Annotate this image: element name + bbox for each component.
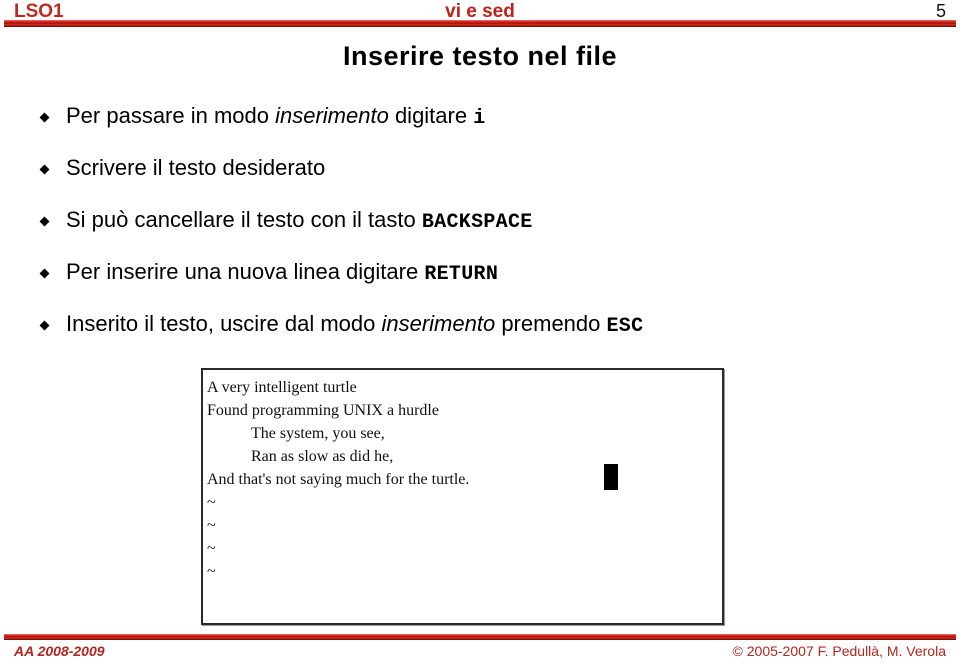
- bullet-item-text: Per inserire una nuova linea digitare RE…: [66, 257, 498, 290]
- bullet-text-segment: Per inserire una nuova linea digitare: [66, 259, 425, 284]
- bullet-text-segment: RETURN: [424, 263, 499, 286]
- bullet-diamond-icon: [39, 268, 50, 279]
- vi-terminal-screenshot: A very intelligent turtle Found programmi…: [201, 368, 724, 625]
- bullet-item: Inserito il testo, uscire dal modo inser…: [0, 309, 960, 361]
- terminal-line: And that's not saying much for the turtl…: [207, 471, 470, 488]
- terminal-line: Ran as slow as did he,: [251, 448, 394, 465]
- bullet-item-text: Per passare in modo inserimento digitare…: [66, 101, 486, 134]
- bullet-text-segment: ESC: [606, 315, 644, 338]
- bullet-text-segment: inserimento: [275, 103, 389, 128]
- bullet-text-segment: premendo: [495, 311, 607, 336]
- bullet-item: Per passare in modo inserimento digitare…: [0, 101, 960, 153]
- page-number: 5: [935, 1, 946, 21]
- bullet-text-segment: Si può cancellare il testo con il tasto: [66, 207, 422, 232]
- slide-footer: AA 2008-2009 © 2005-2007 F. Pedullà, M. …: [0, 641, 960, 666]
- terminal-empty-line-marker: ~: [207, 563, 216, 580]
- bullet-item: Per inserire una nuova linea digitare RE…: [0, 257, 960, 309]
- terminal-tilde-lines: ~ ~ ~ ~: [207, 491, 722, 583]
- header-divider-rule: [4, 20, 956, 27]
- bullet-diamond-icon: [39, 112, 50, 123]
- page-title: Inserire testo nel file: [342, 41, 618, 71]
- slide-header: LSO1 vi e sed 5: [0, 0, 960, 32]
- bullet-item: Si può cancellare il testo con il tasto …: [0, 205, 960, 257]
- bullet-text-segment: BACKSPACE: [421, 211, 533, 234]
- footer-divider-rule: [4, 634, 956, 640]
- terminal-line: A very intelligent turtle: [207, 379, 357, 396]
- terminal-empty-line-marker: ~: [207, 540, 216, 557]
- terminal-line: Found programming UNIX a hurdle: [207, 402, 439, 419]
- bullet-item-text: Scrivere il testo desiderato: [66, 153, 325, 183]
- bullet-diamond-icon: [39, 320, 50, 331]
- terminal-empty-line-marker: ~: [207, 517, 216, 534]
- terminal-cursor-block: [604, 464, 618, 490]
- bullet-text-segment: Inserito il testo, uscire dal modo: [66, 311, 382, 336]
- terminal-lines: A very intelligent turtle Found programmi…: [207, 376, 722, 491]
- bullet-text-segment: Per passare in modo: [66, 103, 276, 128]
- copyright-label: © 2005-2007 F. Pedullà, M. Verola: [732, 643, 946, 659]
- terminal-text-area: A very intelligent turtle Found programmi…: [203, 370, 722, 623]
- bullet-text-segment: i: [473, 107, 486, 130]
- bullet-item: Scrivere il testo desiderato: [0, 153, 960, 205]
- bullet-text-segment: Scrivere il testo desiderato: [66, 155, 326, 180]
- bullet-text-segment: inserimento: [381, 311, 496, 336]
- bullet-diamond-icon: [39, 164, 50, 175]
- terminal-line: The system, you see,: [251, 425, 385, 442]
- academic-year-label: AA 2008-2009: [14, 643, 105, 659]
- bullet-item-text: Si può cancellare il testo con il tasto …: [66, 205, 533, 238]
- bullet-text-segment: digitare: [388, 103, 474, 128]
- bullet-diamond-icon: [39, 216, 50, 227]
- bullet-list: Per passare in modo inserimento digitare…: [0, 101, 960, 361]
- terminal-empty-line-marker: ~: [207, 494, 216, 511]
- bullet-item-text: Inserito il testo, uscire dal modo inser…: [66, 309, 643, 342]
